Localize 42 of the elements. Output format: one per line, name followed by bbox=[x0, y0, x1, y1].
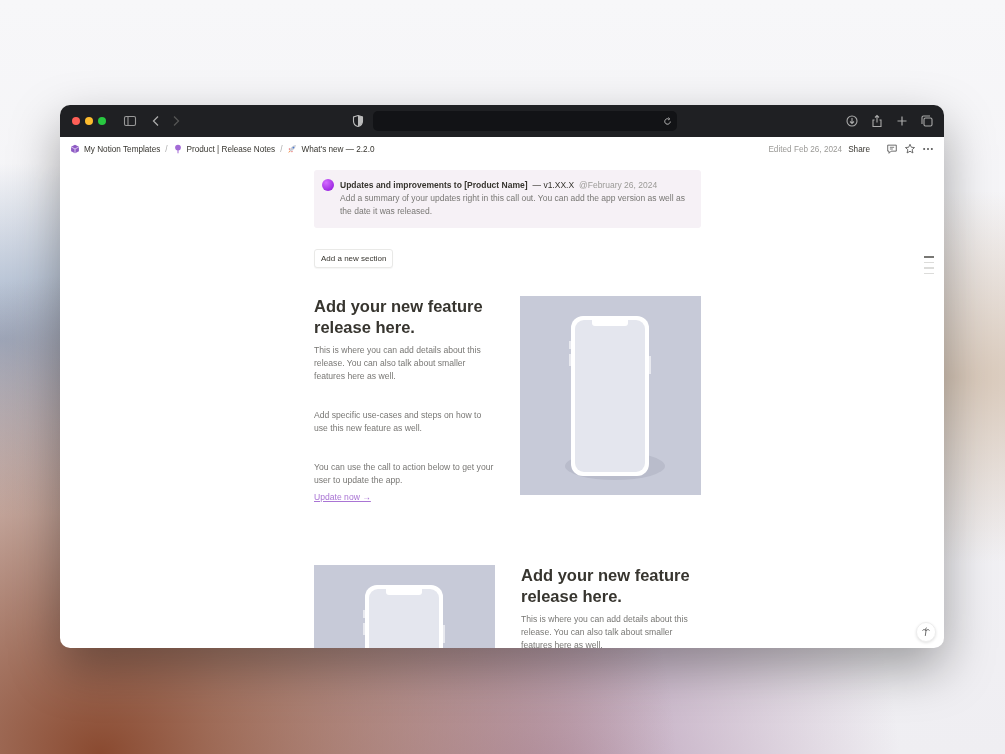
reload-icon[interactable] bbox=[662, 115, 673, 127]
paragraph: Add specific use-cases and steps on how to use this new feature as well. bbox=[314, 409, 483, 435]
plus-icon[interactable] bbox=[895, 114, 909, 128]
share-icon[interactable] bbox=[870, 114, 884, 128]
section-heading: Add your new feature release here. bbox=[314, 296, 484, 338]
pin-icon bbox=[172, 144, 183, 154]
outline-marker[interactable] bbox=[924, 261, 934, 263]
address-field[interactable] bbox=[373, 111, 677, 131]
comment-icon[interactable] bbox=[886, 143, 898, 155]
date-mention: @February 26, 2024 bbox=[579, 179, 658, 192]
share-button[interactable]: Share bbox=[848, 144, 870, 154]
tabs-icon[interactable] bbox=[920, 114, 934, 128]
palm-icon bbox=[921, 627, 931, 637]
outline-marker[interactable] bbox=[924, 267, 934, 269]
edited-date: Edited Feb 26, 2024 bbox=[768, 144, 843, 154]
paragraph: This is where you can add details about this release. You can also talk about smaller features here as well. bbox=[521, 613, 689, 648]
cube-icon bbox=[70, 144, 80, 154]
shield-icon[interactable] bbox=[351, 114, 365, 128]
callout-title: Updates and improvements to [Product Name] bbox=[340, 179, 528, 192]
breadcrumb-link[interactable]: My Notion Templates bbox=[70, 144, 161, 154]
circle-icon bbox=[322, 179, 334, 191]
breadcrumb-separator: / bbox=[165, 144, 168, 154]
section-heading: Add your new feature release here. bbox=[521, 565, 691, 607]
breadcrumb-link[interactable]: Product | Release Notes bbox=[172, 144, 276, 154]
callout-text: Add a summary of your updates right in this call out. You can add the app version as well as the date it was released. bbox=[340, 192, 686, 218]
paragraph: This is where you can add details about this release. You can also talk about smaller features here as well. bbox=[314, 344, 482, 383]
outline-marker[interactable] bbox=[924, 256, 934, 258]
rocket-icon bbox=[287, 144, 298, 154]
window-control[interactable] bbox=[98, 117, 106, 125]
window-control[interactable] bbox=[85, 117, 93, 125]
outline-marker[interactable] bbox=[924, 272, 934, 274]
help-button[interactable] bbox=[916, 622, 936, 642]
breadcrumb-separator: / bbox=[280, 144, 283, 154]
update-link[interactable]: Update now → bbox=[314, 492, 371, 502]
star-icon[interactable] bbox=[904, 143, 916, 155]
window-control[interactable] bbox=[72, 117, 80, 125]
sidebar-icon[interactable] bbox=[123, 114, 137, 128]
breadcrumb-link[interactable]: What's new — 2.2.0 bbox=[287, 144, 375, 154]
version-label: — v1.XX.X bbox=[532, 179, 575, 192]
download-icon[interactable] bbox=[845, 114, 859, 128]
add-section-button[interactable]: Add a new section bbox=[314, 249, 394, 268]
paragraph: You can use the call to action below to get your user to update the app. bbox=[314, 461, 494, 487]
